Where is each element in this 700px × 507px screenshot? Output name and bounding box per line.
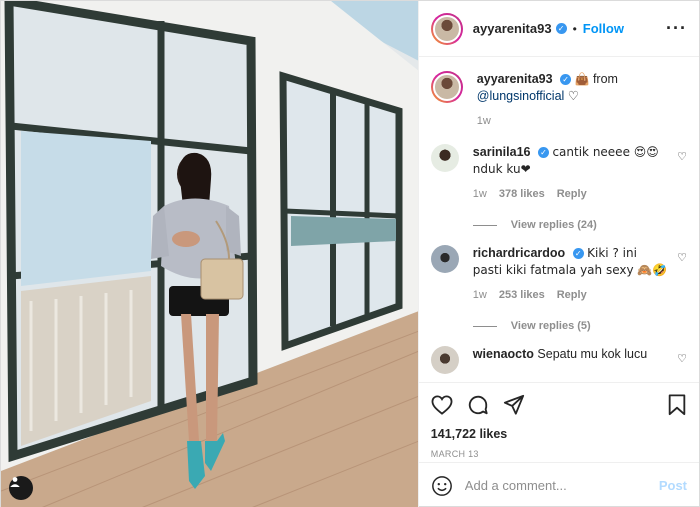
author-avatar[interactable]: [430, 12, 463, 45]
share-icon[interactable]: [503, 394, 525, 416]
heart-icon[interactable]: [431, 395, 453, 415]
post-date: MARCH 13: [430, 449, 479, 459]
replies-divider: [472, 224, 497, 226]
add-comment-bar: Post: [418, 462, 699, 507]
view-replies-label: View replies (5): [510, 320, 591, 332]
follow-button[interactable]: Follow: [583, 21, 624, 36]
verified-badge-icon: ✓: [537, 147, 549, 159]
comment-like-heart-icon[interactable]: ♡: [677, 352, 687, 365]
comment-item: richardricardoo ✓ Kiki ? ini pasti kiki …: [430, 245, 687, 304]
reply-button[interactable]: Reply: [557, 186, 587, 203]
comment-item: wienaocto Sepatu mu kok lucu ♡: [430, 346, 687, 374]
verified-badge-icon: ✓: [555, 23, 567, 34]
separator-dot: •: [572, 21, 577, 36]
comment-likes[interactable]: 253 likes: [499, 287, 545, 304]
comment-item: sarinila16 ✓ cantik neeee 😍😍 nduk ku❤ 1w…: [430, 144, 687, 203]
comment-body: wienaocto Sepatu mu kok lucu: [473, 346, 687, 374]
comment-like-heart-icon[interactable]: ♡: [677, 150, 687, 163]
likes-count[interactable]: 141,722 likes: [431, 427, 687, 441]
verified-badge-icon: ✓: [572, 248, 584, 260]
comment-avatar[interactable]: [430, 144, 459, 172]
view-replies-label: View replies (24): [510, 219, 597, 231]
verified-badge-icon: ✓: [560, 74, 572, 86]
replies-divider: [472, 325, 497, 327]
caption-emoji: 👜: [574, 72, 590, 86]
caption-text: from: [589, 72, 618, 86]
caption-avatar[interactable]: [430, 71, 463, 103]
action-bar: [431, 391, 687, 419]
comment-body: sarinila16 ✓ cantik neeee 😍😍 nduk ku❤ 1w…: [473, 144, 687, 203]
comment-time: 1w: [472, 188, 487, 200]
caption-meta: 1w: [477, 113, 669, 130]
instagram-post: ayyarenita93 ✓ • Follow ··· ayyarenita93…: [0, 0, 700, 507]
comments-list[interactable]: ayyarenita93 ✓ 👜 from @lungsinofficial ♡…: [419, 57, 699, 382]
user-tag-icon[interactable]: [9, 476, 33, 500]
comment-avatar[interactable]: [430, 245, 459, 273]
comment-username[interactable]: richardricardoo: [473, 246, 565, 260]
more-options-icon[interactable]: ···: [666, 18, 687, 39]
caption-username[interactable]: ayyarenita93: [477, 72, 553, 86]
comment-username[interactable]: wienaocto: [473, 347, 534, 361]
add-comment-input[interactable]: [464, 478, 659, 493]
comment-meta: 1w 253 likes Reply: [473, 287, 669, 304]
comment-icon[interactable]: [467, 394, 489, 416]
post-photo[interactable]: [1, 1, 418, 507]
caption-time: 1w: [476, 115, 491, 127]
comment-like-heart-icon[interactable]: ♡: [677, 251, 687, 264]
comment-body: richardricardoo ✓ Kiki ? ini pasti kiki …: [473, 245, 687, 304]
bookmark-icon[interactable]: [667, 394, 687, 416]
post-header: ayyarenita93 ✓ • Follow ···: [418, 1, 699, 57]
caption-mention-link[interactable]: @lungsinofficial: [477, 89, 565, 103]
post-actions: 141,722 likes MARCH 13: [418, 382, 699, 462]
comment-username[interactable]: sarinila16: [473, 145, 531, 159]
author-username[interactable]: ayyarenita93: [473, 21, 552, 36]
reply-button[interactable]: Reply: [557, 287, 587, 304]
view-replies-button[interactable]: View replies (24): [472, 219, 687, 231]
comment-time: 1w: [472, 289, 487, 301]
post-comment-button[interactable]: Post: [659, 478, 687, 493]
post-sidebar: ayyarenita93 ✓ • Follow ··· ayyarenita93…: [417, 1, 699, 507]
smiley-icon[interactable]: [431, 475, 453, 497]
caption-body: ayyarenita93 ✓ 👜 from @lungsinofficial ♡…: [477, 71, 687, 130]
view-replies-button[interactable]: View replies (5): [472, 320, 687, 332]
comment-avatar[interactable]: [430, 346, 459, 374]
caption-heart-emoji: ♡: [567, 89, 580, 103]
caption: ayyarenita93 ✓ 👜 from @lungsinofficial ♡…: [430, 71, 687, 130]
comment-meta: 1w 378 likes Reply: [473, 186, 669, 203]
comment-likes[interactable]: 378 likes: [499, 186, 545, 203]
comment-text: Sepatu mu kok lucu: [537, 347, 648, 361]
photo-illustration: [1, 1, 418, 507]
